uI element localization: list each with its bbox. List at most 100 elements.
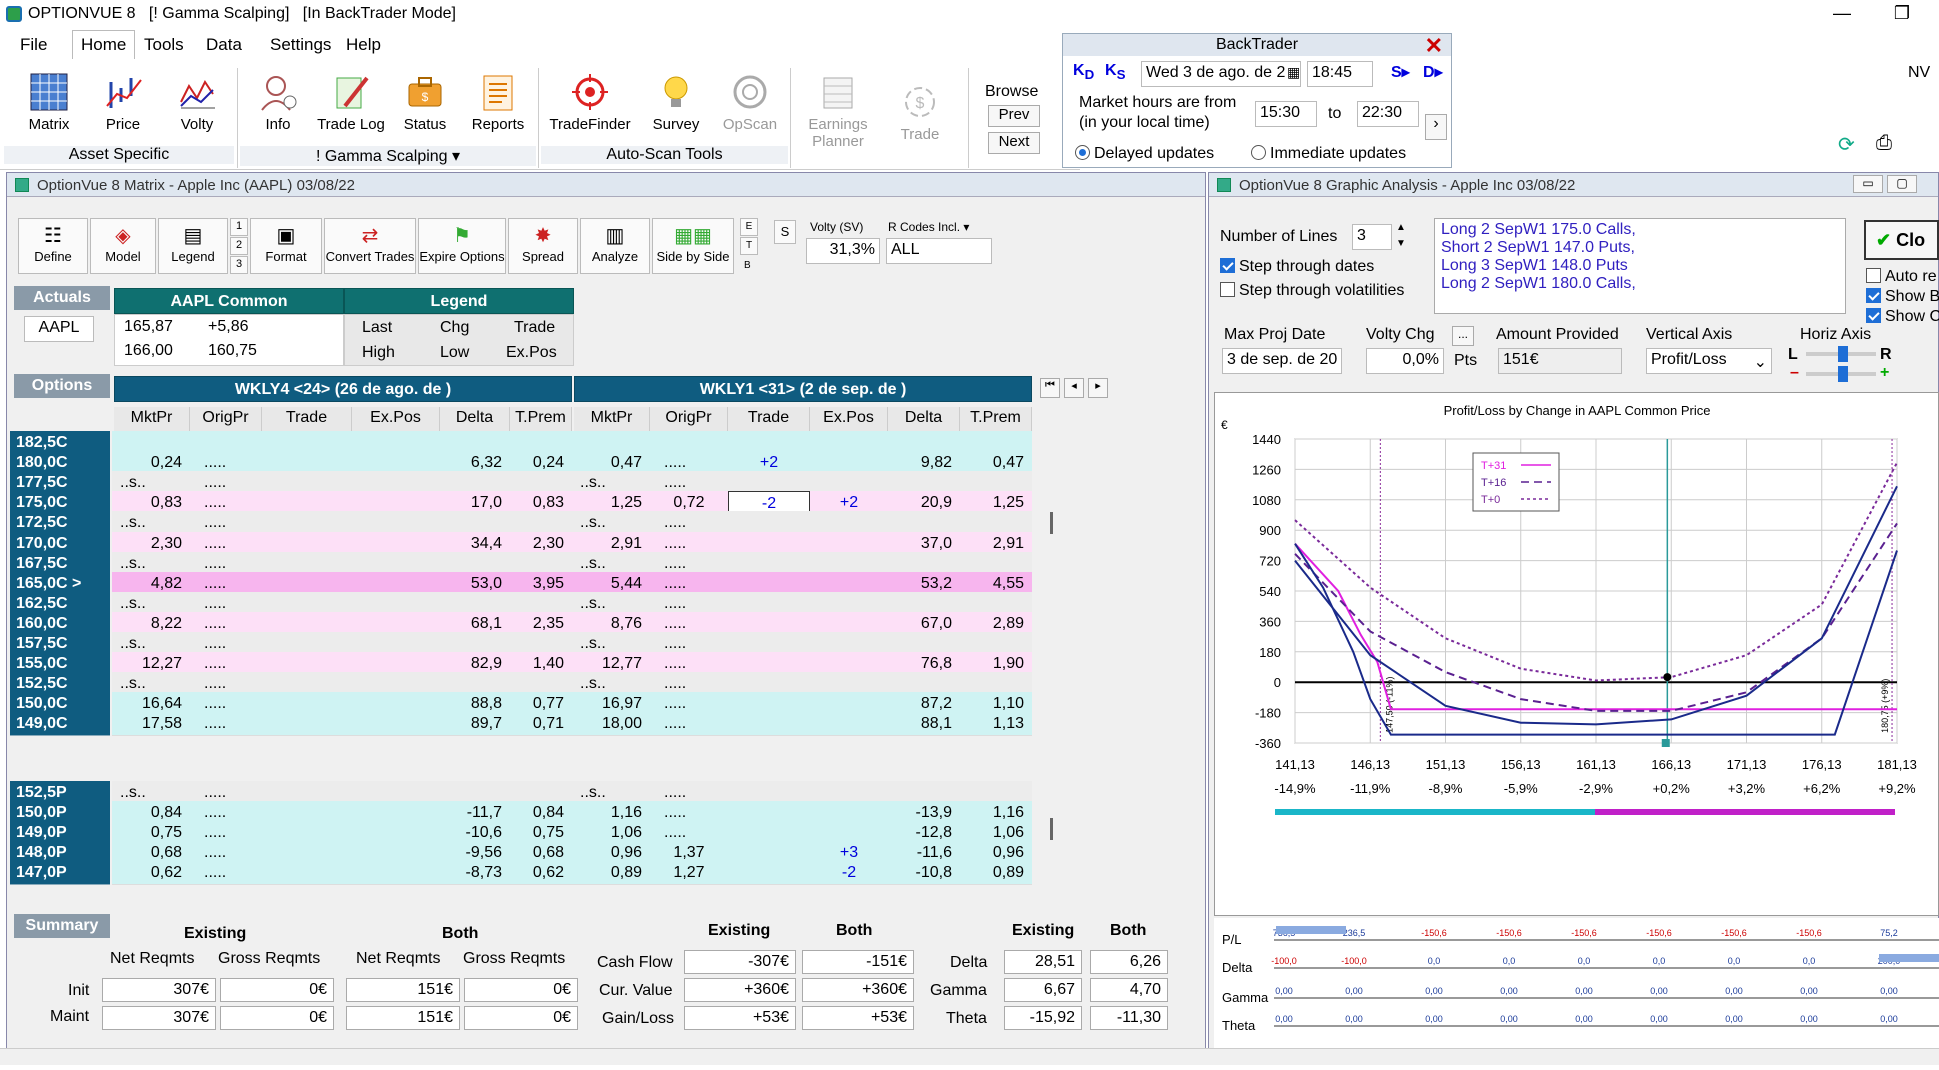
delayed-updates-radio[interactable]: Delayed updates xyxy=(1075,145,1214,163)
maximize-button[interactable]: ❐ xyxy=(1882,3,1922,24)
show-c-checkbox[interactable]: Show C xyxy=(1866,308,1939,326)
pl-chart[interactable]: Profit/Loss by Change in AAPL Common Pri… xyxy=(1215,393,1939,917)
status-label: Status xyxy=(403,116,447,133)
volty-field[interactable]: 31,3% xyxy=(806,238,880,264)
zoom-slider-thumb[interactable] xyxy=(1838,366,1848,382)
convert-trades-button[interactable]: ⇄ Convert Trades xyxy=(324,218,416,274)
e-button[interactable]: E xyxy=(740,218,758,236)
scrollbar-thumb[interactable] xyxy=(1050,512,1053,534)
legend-button[interactable]: ▤ Legend xyxy=(158,218,228,274)
prev-button[interactable]: Prev xyxy=(988,105,1040,127)
position-item[interactable]: Short 2 SepW1 147.0 Puts, xyxy=(1441,239,1839,257)
position-item[interactable]: Long 2 SepW1 180.0 Calls, xyxy=(1441,275,1839,293)
level-2-button[interactable]: 2 xyxy=(230,237,248,255)
expire-options-button[interactable]: ⚑ Expire Options xyxy=(418,218,506,274)
from-time-field[interactable]: 15:30 xyxy=(1255,101,1317,127)
pl-bar xyxy=(1276,926,1346,934)
menu-data[interactable]: Data xyxy=(206,35,242,55)
rcodes-field[interactable]: ALL xyxy=(886,238,992,264)
zoom-out-label[interactable]: – xyxy=(1790,364,1799,382)
trade-log-button[interactable]: Trade Log xyxy=(316,72,386,133)
calendar-icon[interactable]: ▦ xyxy=(1287,64,1300,81)
init-existing-gross: 0€ xyxy=(220,978,334,1002)
level-1-button[interactable]: 1 xyxy=(230,218,248,236)
immediate-updates-radio[interactable]: Immediate updates xyxy=(1251,145,1406,163)
low-value: 160,75 xyxy=(208,342,257,359)
ks-button[interactable]: KS xyxy=(1105,62,1125,82)
matrix-button[interactable]: Matrix xyxy=(24,72,74,133)
side-by-side-button[interactable]: ▦▦ Side by Side xyxy=(652,218,734,274)
time-field[interactable]: 18:45 xyxy=(1307,61,1373,87)
date-field[interactable]: Wed 3 de ago. de 2 xyxy=(1141,61,1301,87)
volty-button[interactable]: Volty xyxy=(172,72,222,133)
scrollbar-thumb[interactable] xyxy=(1050,818,1053,840)
minimize-button[interactable]: — xyxy=(1822,3,1862,24)
close-icon[interactable]: ✕ xyxy=(1425,33,1443,59)
matrix-label: Matrix xyxy=(28,116,70,133)
max-proj-date-field[interactable]: 3 de sep. de 20 xyxy=(1222,348,1342,374)
legend-trade: Trade xyxy=(514,319,556,336)
more-options-button[interactable]: ... xyxy=(1452,326,1474,346)
zoom-in-label[interactable]: + xyxy=(1880,364,1889,382)
printer-icon[interactable]: ⎙ xyxy=(1876,132,1892,155)
step-dates-checkbox[interactable]: Step through dates xyxy=(1220,258,1374,276)
kd-button[interactable]: KD xyxy=(1073,62,1094,82)
refresh-icon[interactable]: ⟳ xyxy=(1838,132,1855,157)
symbol-field[interactable]: AAPL xyxy=(24,316,94,342)
analyze-button[interactable]: ▥ Analyze xyxy=(580,218,650,274)
tradefinder-button[interactable]: TradeFinder xyxy=(548,72,632,133)
menu-help[interactable]: Help xyxy=(346,35,381,55)
menu-settings[interactable]: Settings xyxy=(270,35,331,55)
strike-label[interactable]: 149,0C xyxy=(10,712,110,737)
position-item[interactable]: Long 2 SepW1 175.0 Calls, xyxy=(1441,221,1839,239)
next-button[interactable]: Next xyxy=(988,132,1040,154)
vertical-axis-select[interactable]: Profit/Loss ⌄ xyxy=(1646,348,1772,374)
step-volatilities-checkbox[interactable]: Step through volatilities xyxy=(1220,282,1404,300)
level-3-button[interactable]: 3 xyxy=(230,256,248,274)
opscan-button[interactable]: OpScan xyxy=(720,72,780,133)
ga-minimize-button[interactable]: ▭ xyxy=(1853,175,1883,193)
horiz-slider-thumb[interactable] xyxy=(1838,346,1848,362)
menu-tools[interactable]: Tools xyxy=(144,35,184,55)
to-time-field[interactable]: 22:30 xyxy=(1357,101,1419,127)
earnings-planner-button[interactable]: Earnings Planner xyxy=(802,72,874,150)
first-series-button[interactable]: ⏮ xyxy=(1040,378,1060,398)
prev-series-button[interactable]: ◂ xyxy=(1064,378,1084,398)
show-b-checkbox[interactable]: Show B xyxy=(1866,288,1939,306)
survey-button[interactable]: Survey xyxy=(648,72,704,133)
close-button[interactable]: ✔ Clo xyxy=(1864,220,1939,260)
ribbon-separator xyxy=(968,68,969,168)
auto-refresh-checkbox[interactable]: Auto re xyxy=(1866,268,1937,286)
person-info-icon xyxy=(258,72,298,112)
ga-maximize-button[interactable]: ▢ xyxy=(1887,175,1917,193)
info-button[interactable]: Info xyxy=(253,72,303,133)
format-button[interactable]: ▣ Format xyxy=(250,218,322,274)
spread-button[interactable]: ✸ Spread xyxy=(508,218,578,274)
strike-label[interactable]: 147,0P xyxy=(10,861,110,885)
step-forward-s-button[interactable]: S▸ xyxy=(1391,62,1410,82)
chevron-right-icon[interactable]: › xyxy=(1425,114,1447,140)
group-gamma-scalping[interactable]: ! Gamma Scalping ▾ xyxy=(240,146,536,166)
menu-home[interactable]: Home xyxy=(72,30,136,59)
number-of-lines-field[interactable]: 3 xyxy=(1352,224,1392,250)
price-button[interactable]: Price xyxy=(98,72,148,133)
greek-value: 75,2 xyxy=(1880,928,1898,938)
spin-down-icon[interactable]: ▼ xyxy=(1396,238,1406,249)
y-tick-label: -360 xyxy=(1255,736,1281,751)
volty-chg-field[interactable]: 0,0% xyxy=(1366,348,1444,374)
define-button[interactable]: ☷ Define xyxy=(18,218,88,274)
maint-existing-gross: 0€ xyxy=(220,1006,334,1030)
positions-list[interactable]: Long 2 SepW1 175.0 Calls, Short 2 SepW1 … xyxy=(1434,218,1846,314)
s-button[interactable]: S xyxy=(774,220,796,244)
model-button[interactable]: ◈ Model xyxy=(90,218,156,274)
menu-file[interactable]: File xyxy=(20,35,47,55)
status-button[interactable]: $ Status xyxy=(400,72,450,133)
gross-reqmts-label: Gross Reqmts xyxy=(463,950,566,967)
next-series-button[interactable]: ▸ xyxy=(1088,378,1108,398)
step-forward-d-button[interactable]: D▸ xyxy=(1423,62,1443,82)
reports-button[interactable]: Reports xyxy=(470,72,526,133)
spin-up-icon[interactable]: ▲ xyxy=(1396,222,1406,233)
position-item[interactable]: Long 3 SepW1 148.0 Puts xyxy=(1441,257,1839,275)
t-button[interactable]: T xyxy=(740,237,758,255)
trade-button[interactable]: $ Trade xyxy=(892,82,948,143)
